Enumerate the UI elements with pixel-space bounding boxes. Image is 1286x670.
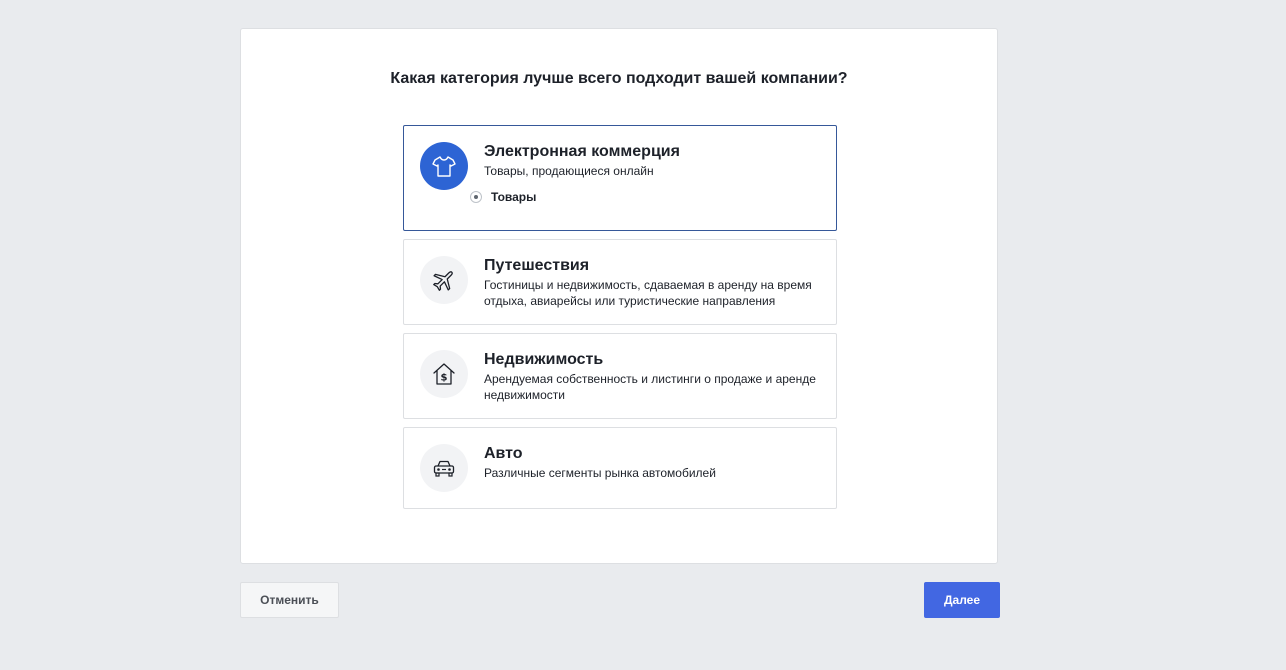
option-title: Недвижимость (484, 351, 604, 368)
car-icon (420, 444, 468, 492)
sub-option-goods[interactable]: Товары (470, 190, 536, 204)
radio-dot (474, 195, 478, 199)
option-real-estate[interactable]: $ Недвижимость Арендуемая собственность … (403, 333, 837, 419)
option-ecommerce[interactable]: Электронная коммерция Товары, продающиес… (403, 125, 837, 231)
cancel-button[interactable]: Отменить (240, 582, 339, 618)
option-travel[interactable]: Путешествия Гостиницы и недвижимость, сд… (403, 239, 837, 325)
page-title: Какая категория лучше всего подходит ваш… (390, 70, 848, 87)
option-title: Авто (484, 445, 523, 462)
option-auto[interactable]: Авто Различные сегменты рынка автомобиле… (403, 427, 837, 509)
option-description: Гостиницы и недвижимость, сдаваемая в ар… (484, 278, 812, 308)
svg-text:$: $ (441, 373, 448, 384)
airplane-icon (420, 256, 468, 304)
next-button[interactable]: Далее (924, 582, 1000, 618)
radio-button[interactable] (470, 191, 482, 203)
house-dollar-icon: $ (420, 350, 468, 398)
tshirt-icon (420, 142, 468, 190)
option-description: Товары, продающиеся онлайн (484, 164, 654, 178)
option-description: Арендуемая собственность и листинги о пр… (484, 372, 816, 402)
option-title: Электронная коммерция (484, 143, 680, 160)
category-panel: Какая категория лучше всего подходит ваш… (240, 28, 998, 564)
sub-option-label: Товары (491, 190, 537, 204)
option-title: Путешествия (484, 257, 590, 274)
option-description: Различные сегменты рынка автомобилей (484, 466, 716, 480)
